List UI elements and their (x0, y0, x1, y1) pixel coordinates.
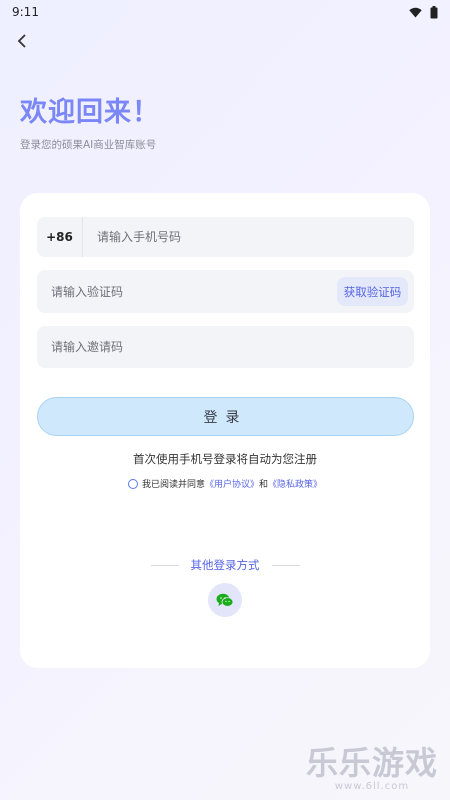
phone-input[interactable] (83, 217, 414, 257)
other-login-header: 其他登录方式 (20, 557, 430, 573)
agree-text: 我已阅读并同意 (142, 480, 206, 490)
other-login-label: 其他登录方式 (190, 558, 260, 572)
invite-field (37, 326, 414, 368)
divider-left (150, 564, 179, 566)
auto-register-note: 首次使用手机号登录将自动为您注册 (133, 452, 317, 466)
privacy-policy-link[interactable]: 《隐私政策》 (268, 477, 322, 490)
login-button[interactable]: 登录 (37, 397, 414, 436)
back-button[interactable] (10, 28, 36, 54)
and-text: 和 (259, 480, 269, 490)
invite-input[interactable] (37, 326, 414, 368)
login-card: +86 获取验证码 登录 首次使用手机号登录将自动为您注册 我已阅读并同意 《用… (20, 193, 430, 668)
page-title: 欢迎回来！ (20, 97, 160, 128)
phone-field: +86 (37, 217, 414, 257)
watermark-text: 乐乐游戏 (305, 744, 438, 782)
code-field: 获取验证码 (37, 270, 414, 313)
status-bar: 9:11 (0, 0, 450, 24)
chevron-left-icon (17, 34, 26, 48)
country-code[interactable]: +86 (37, 217, 83, 257)
page-subtitle: 登录您的硕果AI商业智库账号 (20, 139, 157, 151)
agreement-row: 我已阅读并同意 《用户协议》 和 《隐私政策》 (128, 477, 322, 490)
battery-icon (430, 5, 438, 18)
status-time: 9:11 (12, 5, 39, 19)
status-icons (409, 5, 438, 19)
agree-radio[interactable] (128, 478, 138, 489)
wechat-icon (216, 593, 234, 607)
wechat-login-button[interactable] (208, 583, 242, 617)
user-agreement-link[interactable]: 《用户协议》 (205, 477, 259, 490)
watermark: 乐乐游戏 www.6ll.com (306, 745, 438, 792)
get-code-button[interactable]: 获取验证码 (337, 277, 408, 306)
watermark-url: www.6ll.com (334, 781, 410, 792)
divider-right (271, 564, 300, 566)
wifi-icon (409, 7, 422, 17)
